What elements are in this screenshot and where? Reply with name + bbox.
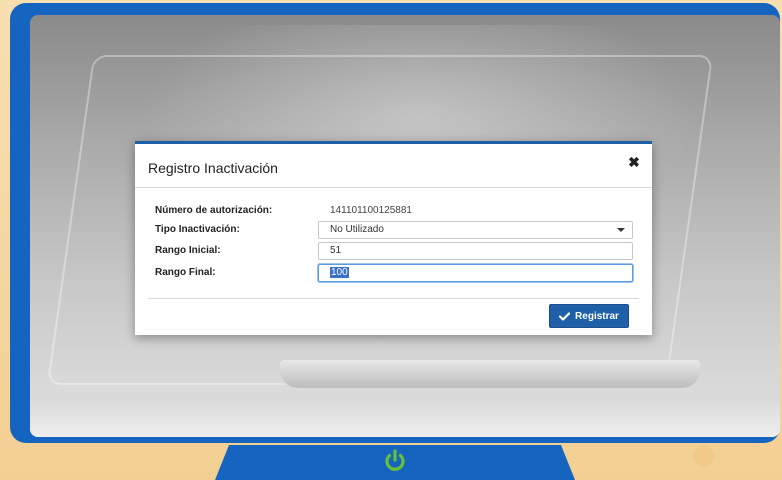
range-end-input[interactable]: 100 <box>318 264 633 282</box>
chevron-down-icon <box>617 228 625 232</box>
power-icon[interactable] <box>382 448 408 474</box>
range-end-label: Rango Final: <box>155 267 216 278</box>
authorization-row: Número de autorización: 141101100125881 <box>155 202 635 220</box>
inactivation-type-select[interactable]: No Utilizado <box>318 221 633 239</box>
range-end-value: 100 <box>330 267 349 278</box>
inactivation-type-label: Tipo Inactivación: <box>155 224 240 235</box>
authorization-label: Número de autorización: <box>155 205 273 216</box>
register-button[interactable]: Registrar <box>549 304 629 328</box>
range-start-label: Rango Inicial: <box>155 245 221 256</box>
dialog-title: Registro Inactivación <box>148 160 278 176</box>
register-button-label: Registrar <box>575 310 619 322</box>
inactivation-type-row: Tipo Inactivación: No Utilizado <box>155 221 635 239</box>
range-end-row: Rango Final: 100 <box>155 264 635 282</box>
check-icon <box>559 311 571 321</box>
background-laptop-base <box>280 360 700 388</box>
close-icon[interactable]: ✖ <box>627 155 641 169</box>
range-start-input[interactable]: 51 <box>318 242 633 260</box>
dialog-header: Registro Inactivación ✖ <box>135 144 652 188</box>
authorization-value: 141101100125881 <box>330 205 412 216</box>
registro-inactivacion-dialog: Registro Inactivación ✖ Número de autori… <box>135 141 652 335</box>
inactivation-type-selected: No Utilizado <box>330 224 384 235</box>
dialog-footer-divider <box>148 298 639 299</box>
background-table <box>30 395 780 437</box>
range-start-value: 51 <box>330 245 342 256</box>
range-start-row: Rango Inicial: 51 <box>155 242 635 260</box>
